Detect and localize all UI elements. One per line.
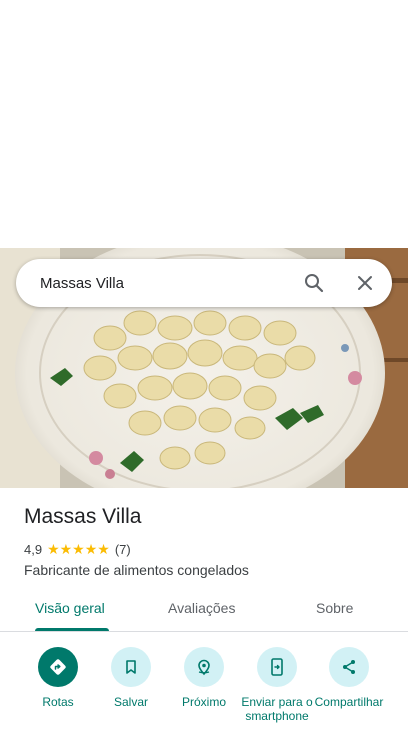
directions-icon [38, 647, 78, 687]
save-button[interactable]: Salvar [91, 647, 171, 709]
tabs-divider [0, 631, 408, 632]
bookmark-icon [111, 647, 151, 687]
share-icon [329, 647, 369, 687]
send-to-phone-label: Enviar para o smartphone [241, 695, 313, 723]
place-category: Fabricante de alimentos congelados [24, 562, 249, 578]
tab-reviews[interactable]: Avaliações [168, 600, 235, 616]
send-to-phone-button[interactable]: Enviar para o smartphone [237, 647, 317, 723]
review-count: (7) [114, 542, 131, 557]
search-bar[interactable]: Massas Villa [16, 259, 392, 307]
search-input[interactable]: Massas Villa [40, 275, 124, 292]
share-label: Compartilhar [314, 695, 384, 709]
rating-row[interactable]: 4,9 ★★★★★ (7) [24, 541, 131, 558]
place-name: Massas Villa [24, 505, 142, 528]
directions-button[interactable]: Rotas [18, 647, 98, 709]
nearby-icon [184, 647, 224, 687]
share-button[interactable]: Compartilhar [309, 647, 389, 709]
send-to-phone-icon [257, 647, 297, 687]
rating-value: 4,9 [24, 542, 43, 557]
tab-about[interactable]: Sobre [316, 600, 353, 616]
nearby-label: Próximo [181, 695, 226, 709]
directions-label: Rotas [42, 695, 74, 709]
nearby-button[interactable]: Próximo [164, 647, 244, 709]
save-label: Salvar [113, 695, 148, 709]
star-rating-icon: ★★★★★ [47, 541, 110, 557]
tab-overview[interactable]: Visão geral [35, 600, 105, 616]
close-icon[interactable] [353, 271, 377, 295]
search-icon[interactable] [302, 271, 326, 295]
